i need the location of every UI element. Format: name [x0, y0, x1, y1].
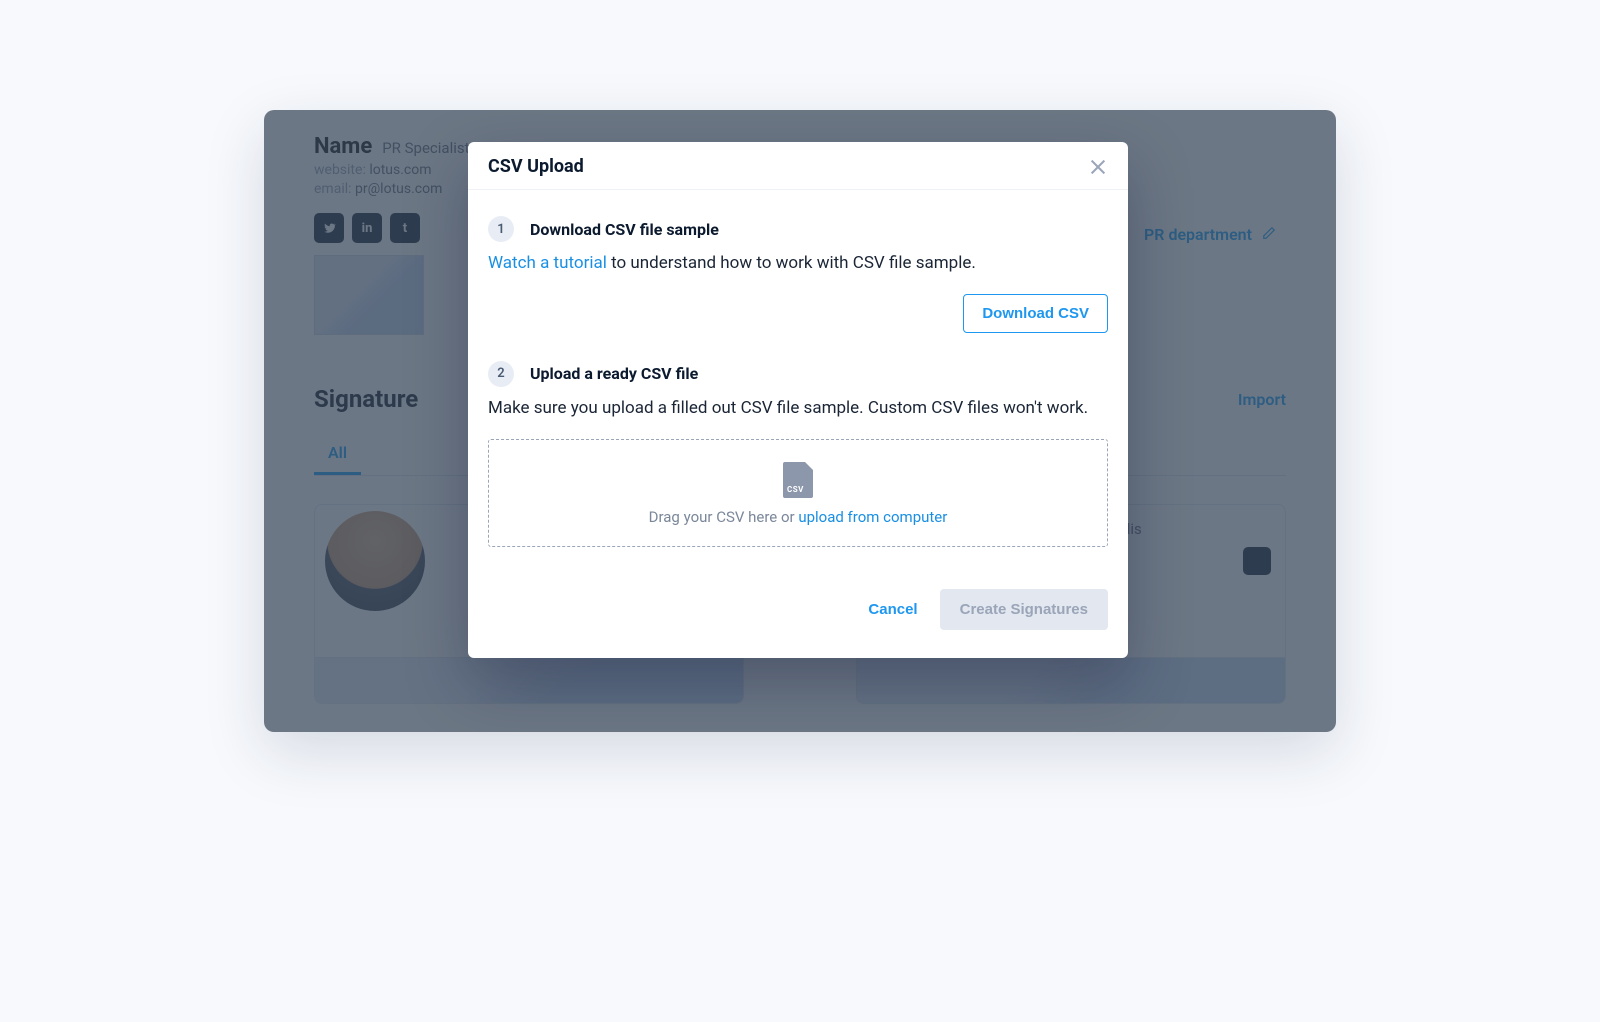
step-number-1: 1: [488, 216, 514, 242]
cancel-button[interactable]: Cancel: [868, 601, 917, 618]
close-icon[interactable]: [1088, 157, 1108, 177]
create-signatures-button[interactable]: Create Signatures: [940, 589, 1108, 630]
upload-from-computer-link[interactable]: upload from computer: [798, 508, 947, 526]
step1-text-tail: to understand how to work with CSV file …: [607, 253, 976, 273]
csv-file-icon: [783, 462, 813, 498]
dropzone-text: Drag your CSV here or upload from comput…: [499, 508, 1097, 526]
download-csv-button[interactable]: Download CSV: [963, 294, 1108, 333]
step-number-2: 2: [488, 361, 514, 387]
step2-title: Upload a ready CSV file: [530, 364, 698, 383]
step1-title: Download CSV file sample: [530, 220, 719, 239]
step2-description: Make sure you upload a filled out CSV fi…: [488, 397, 1108, 421]
watch-tutorial-link[interactable]: Watch a tutorial: [488, 253, 607, 273]
app-window: Name PR Specialist at Lotus Ltd website:…: [264, 110, 1336, 732]
csv-dropzone[interactable]: Drag your CSV here or upload from comput…: [488, 439, 1108, 547]
modal-title: CSV Upload: [488, 156, 584, 177]
csv-upload-modal: CSV Upload 1 Download CSV file sample Wa…: [468, 142, 1128, 658]
step1-description: Watch a tutorial to understand how to wo…: [488, 252, 1108, 276]
dropzone-text-head: Drag your CSV here or: [649, 508, 799, 526]
